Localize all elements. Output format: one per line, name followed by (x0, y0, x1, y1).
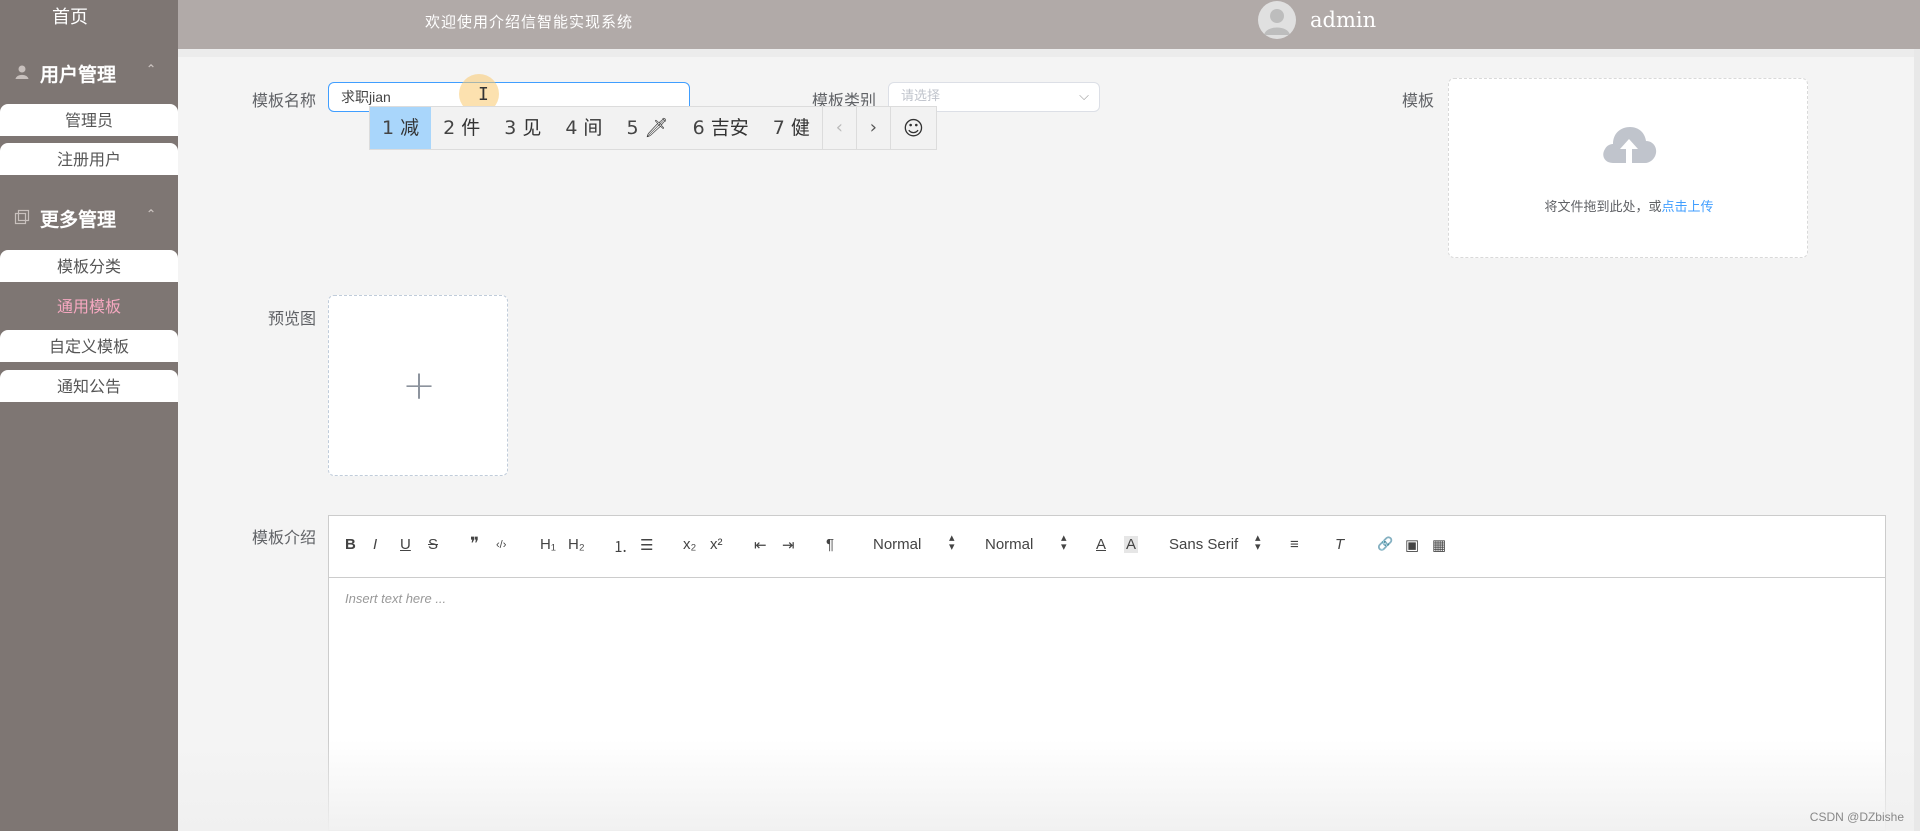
header-title: 欢迎使用介绍信智能实现系统 (425, 13, 634, 31)
template-intro-label: 模板介绍 (252, 528, 317, 547)
text-direction-button[interactable]: ¶ (826, 536, 834, 553)
outdent-button[interactable]: ⇤ (754, 536, 767, 554)
ime-candidate[interactable]: 2件 (431, 107, 492, 149)
ime-candidate[interactable]: 4间 (553, 107, 614, 149)
select-placeholder: 请选择 (901, 89, 941, 104)
user-avatar-icon (1264, 9, 1290, 35)
indent-button[interactable]: ⇥ (782, 536, 795, 554)
avatar[interactable] (1258, 1, 1296, 39)
top-header: 欢迎使用介绍信智能实现系统 admin (178, 0, 1920, 49)
size-picker[interactable]: Normal ▴ ▾ (873, 533, 955, 554)
header-1-button[interactable]: H₁ (540, 536, 556, 553)
ime-candidate[interactable]: 3见 (492, 107, 553, 149)
updown-icon: ▴ ▾ (1061, 532, 1067, 553)
ime-candidate[interactable]: 1减 (370, 107, 432, 149)
strike-button[interactable]: S (428, 536, 438, 553)
template-upload-label: 模板 (1402, 91, 1435, 110)
preview-image-label: 预览图 (268, 309, 317, 328)
text-color-button[interactable]: A (1096, 536, 1106, 553)
sidebar: 首页 用户管理 ⌃ 管理员 注册用户 更多管理 ⌃ 模板分类 通用模板 自定义模… (0, 0, 178, 831)
page-scrollbar[interactable] (1914, 49, 1920, 831)
sidebar-group-label: 更多管理 (40, 209, 117, 231)
superscript-button[interactable]: x² (710, 536, 723, 553)
ime-candidate[interactable]: 5 🗡 (614, 107, 680, 149)
template-upload-dragger[interactable]: 将文件拖到此处，或点击上传 (1448, 78, 1808, 258)
blockquote-button[interactable]: ❞ (470, 534, 479, 554)
preview-image-uploader[interactable]: + (328, 295, 508, 476)
header-picker[interactable]: Normal ▴ ▾ (985, 533, 1067, 554)
chevron-up-icon: ⌃ (145, 62, 156, 76)
clear-format-button[interactable]: T (1335, 536, 1344, 553)
sidebar-item-template-category[interactable]: 模板分类 (0, 250, 178, 282)
bullet-list-button[interactable]: ☰ (640, 536, 653, 554)
font-picker[interactable]: Sans Serif ▴ ▾ (1169, 533, 1261, 554)
updown-icon: ▴ ▾ (949, 532, 955, 553)
user-icon (15, 65, 29, 79)
underline-button[interactable]: U (400, 536, 411, 553)
rich-text-editor: B I U S ❞ ‹/› H₁ H₂ ⒈ ☰ x₂ x² ⇤ ⇥ ¶ Norm… (328, 515, 1886, 831)
upload-hint: 将文件拖到此处，或点击上传 (1544, 200, 1714, 215)
plus-icon: + (402, 363, 436, 409)
image-button[interactable]: ▣ (1405, 536, 1419, 554)
template-name-label: 模板名称 (252, 91, 317, 110)
text-cursor-icon: I (478, 84, 489, 105)
updown-icon: ▴ ▾ (1255, 532, 1261, 553)
sidebar-item-custom-template[interactable]: 自定义模板 (0, 330, 178, 362)
chevron-up-icon: ⌃ (145, 207, 156, 221)
sidebar-item-registered-users[interactable]: 注册用户 (0, 143, 178, 175)
click-to-upload-link[interactable]: 点击上传 (1662, 200, 1714, 215)
header-2-button[interactable]: H₂ (568, 536, 585, 553)
bold-button[interactable]: B (345, 536, 356, 553)
video-button[interactable]: ▦ (1432, 536, 1446, 554)
link-button[interactable]: 🔗 (1377, 536, 1393, 552)
italic-button[interactable]: I (373, 536, 377, 553)
ime-prev-page-button[interactable]: ‹ (821, 107, 856, 149)
sidebar-item-common-template[interactable]: 通用模板 (0, 290, 178, 322)
sidebar-item-home[interactable]: 首页 (0, 0, 140, 36)
editor-toolbar: B I U S ❞ ‹/› H₁ H₂ ⒈ ☰ x₂ x² ⇤ ⇥ ¶ Norm… (329, 516, 1885, 578)
background-color-button[interactable]: A (1124, 536, 1139, 553)
subscript-button[interactable]: x₂ (683, 536, 696, 553)
align-button[interactable]: ≡ (1290, 536, 1299, 553)
sidebar-item-notice[interactable]: 通知公告 (0, 370, 178, 402)
copy-icon (14, 209, 30, 225)
ime-candidate[interactable]: 7健 (761, 107, 822, 149)
ime-candidate-bar: 1减 2件 3见 4间 5 🗡 6 吉安 7健 ‹ › ☺ (369, 106, 937, 150)
sidebar-group-more-management[interactable]: 更多管理 ⌃ (0, 195, 178, 239)
username[interactable]: admin (1310, 8, 1376, 32)
chevron-down-icon: ⌵ (1079, 89, 1089, 104)
sidebar-group-user-management[interactable]: 用户管理 ⌃ (0, 50, 178, 94)
cloud-upload-icon (1603, 127, 1657, 163)
ordered-list-button[interactable]: ⒈ (613, 536, 628, 557)
code-block-button[interactable]: ‹/› (496, 539, 506, 551)
main-top-stripe (178, 49, 1920, 57)
ime-candidate[interactable]: 6 吉安 (681, 107, 761, 149)
sidebar-item-admins[interactable]: 管理员 (0, 104, 178, 136)
editor-placeholder[interactable]: Insert text here ... (345, 591, 446, 606)
ime-emoji-button[interactable]: ☺ (889, 107, 936, 149)
watermark: CSDN @DZbishe (1809, 810, 1904, 824)
ime-next-page-button[interactable]: › (855, 107, 890, 149)
sidebar-group-label: 用户管理 (40, 64, 117, 86)
